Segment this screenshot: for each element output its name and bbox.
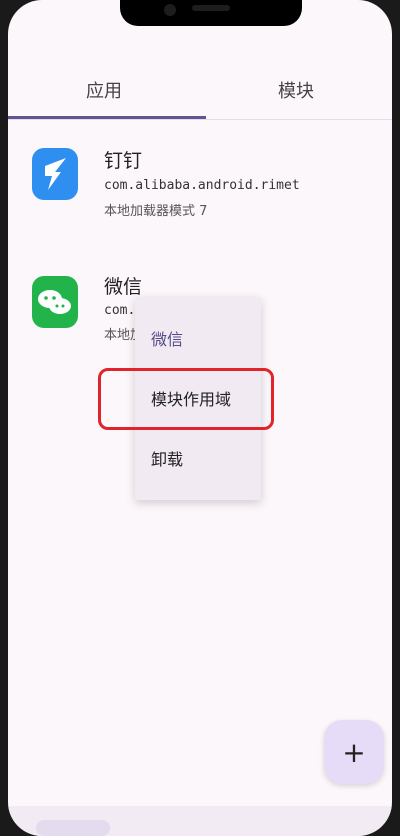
app-package: com.	[104, 303, 136, 318]
menu-item-uninstall[interactable]: 卸载	[135, 435, 261, 481]
wechat-icon	[32, 276, 78, 328]
app-mode: 本地加载器模式 7	[104, 204, 208, 219]
plus-icon: +	[342, 735, 366, 769]
top-tabs: 应用 模块	[8, 62, 392, 120]
app-package: com.alibaba.android.rimet	[104, 178, 300, 193]
tab-apps[interactable]: 应用	[8, 62, 200, 118]
phone-screen: 应用 模块 钉钉 com.alibaba.android.rimet 本地加载器…	[8, 0, 392, 836]
dingtalk-icon	[32, 148, 78, 200]
camera-notch	[120, 0, 302, 26]
tab-modules[interactable]: 模块	[200, 62, 392, 118]
menu-title: 微信	[151, 330, 184, 349]
front-camera-icon	[164, 4, 176, 16]
highlight-box	[98, 368, 274, 430]
tab-divider	[8, 119, 392, 120]
add-button[interactable]: +	[324, 720, 384, 784]
app-name: 钉钉	[104, 150, 143, 172]
speaker-icon	[192, 5, 230, 11]
app-name: 微信	[104, 276, 143, 298]
app-list-item-dingtalk[interactable]: 钉钉 com.alibaba.android.rimet 本地加载器模式 7	[8, 132, 392, 228]
bottom-nav-item[interactable]	[36, 820, 110, 836]
